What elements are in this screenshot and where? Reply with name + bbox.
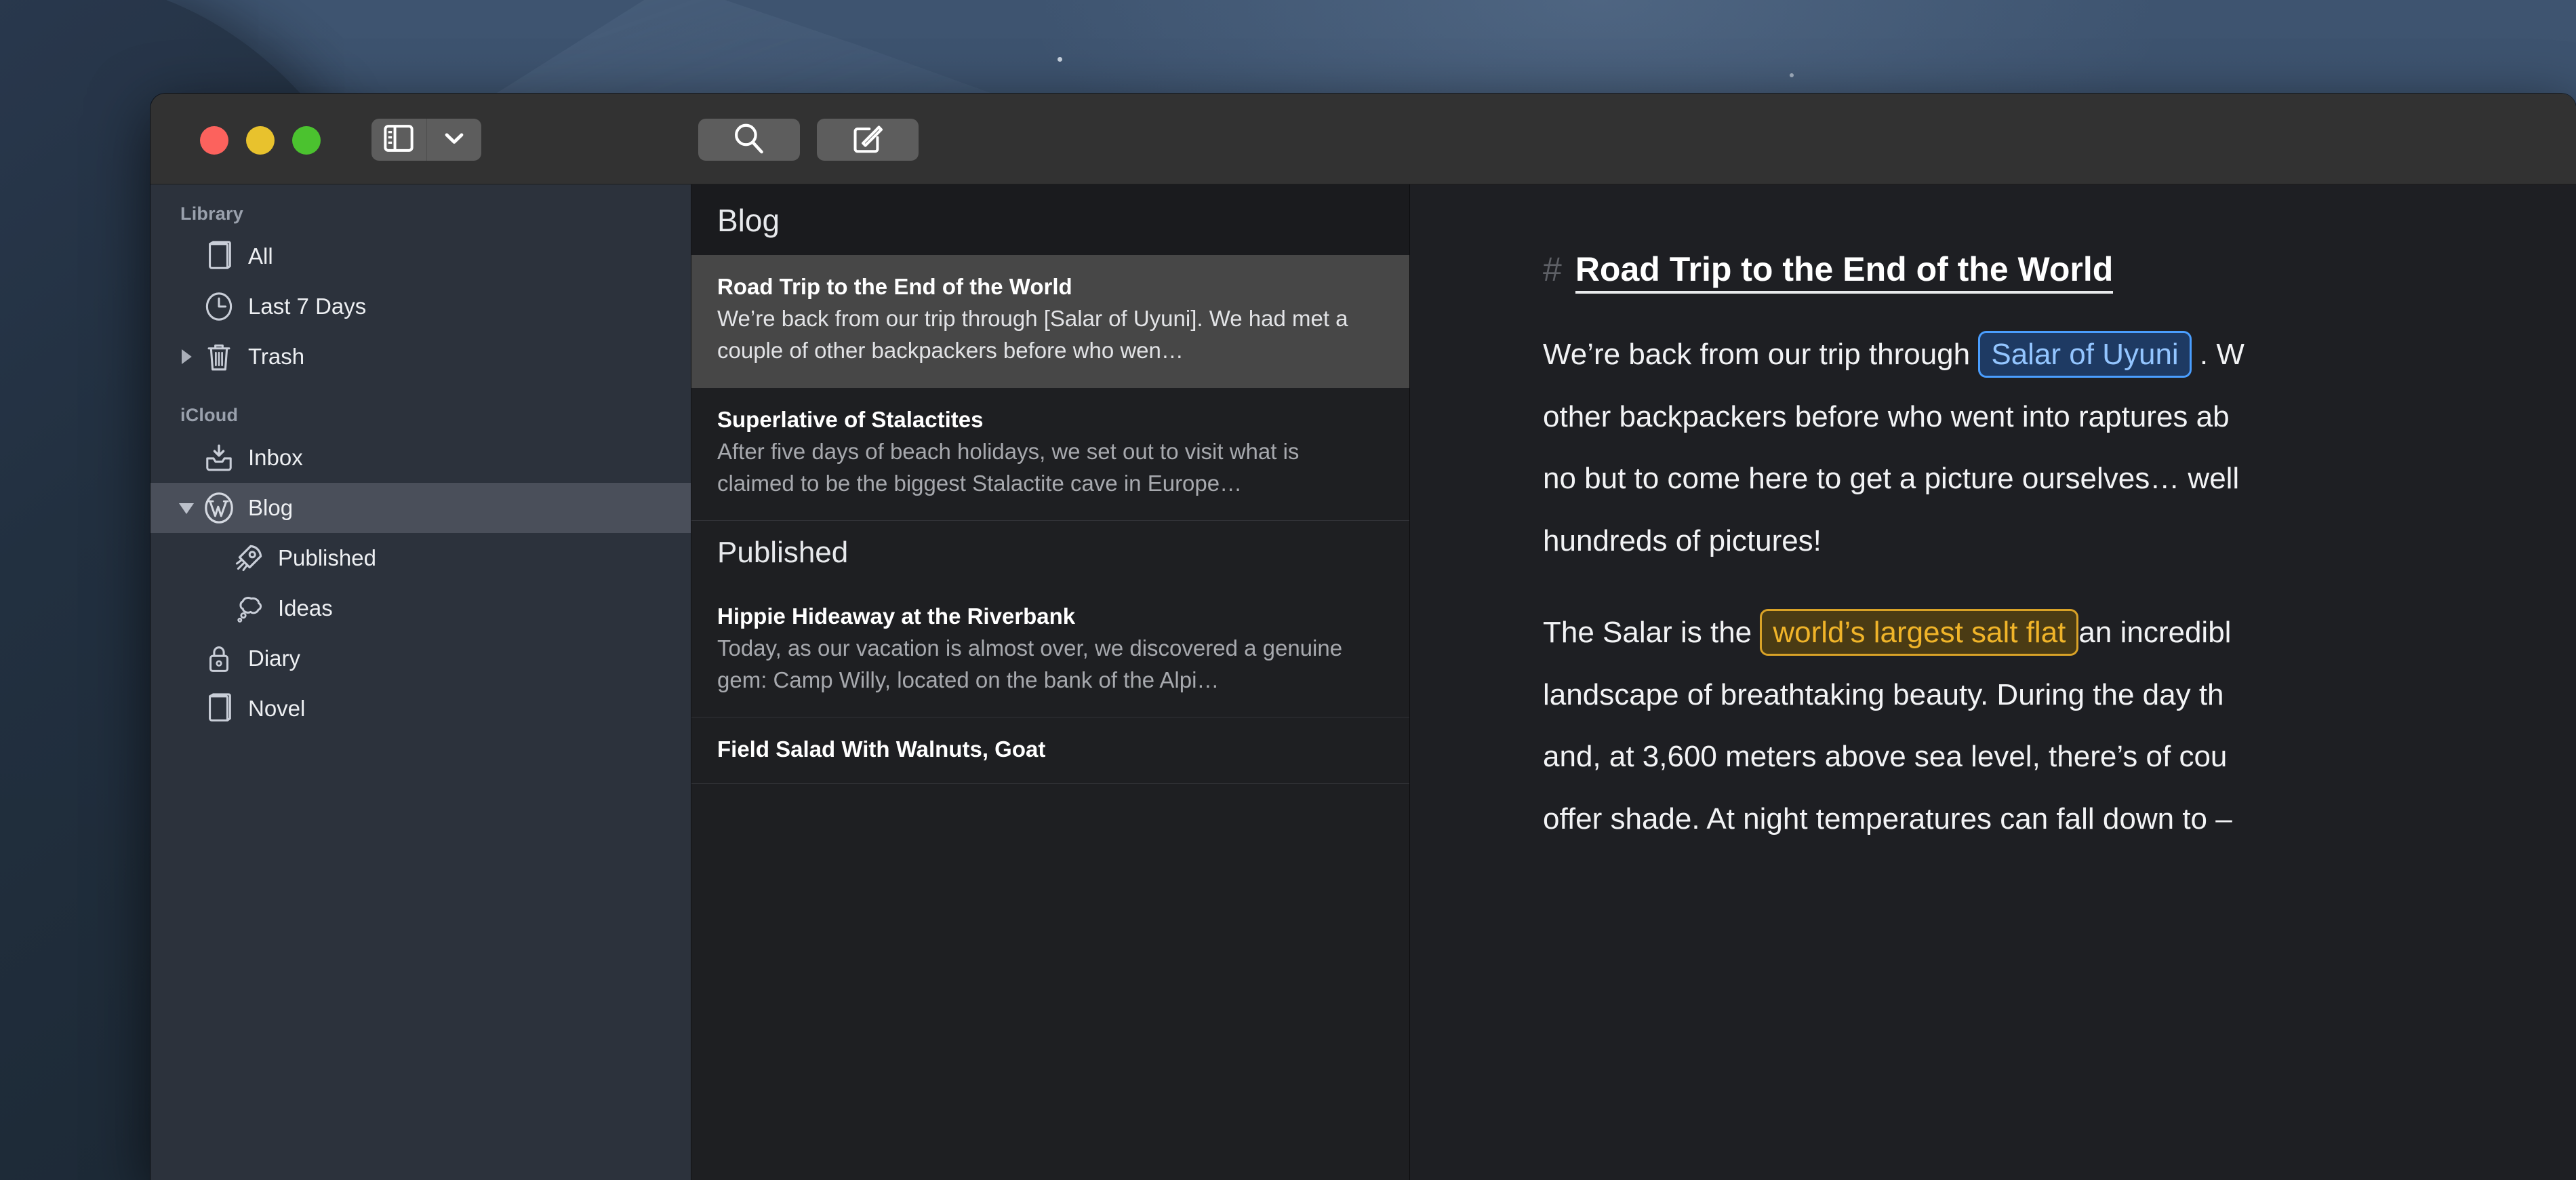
highlight-pill[interactable]: world’s largest salt flat	[1760, 609, 2079, 656]
editor-paragraph-line: offer shade. At night temperatures can f…	[1543, 802, 2232, 835]
note-preview: After five days of beach holidays, we se…	[717, 439, 1300, 496]
maximize-button[interactable]	[292, 126, 321, 155]
sidebar-item-trash[interactable]: Trash	[150, 332, 691, 382]
note-list[interactable]: Blog Road Trip to the End of the World W…	[691, 184, 1410, 1180]
note-title: Field Salad With Walnuts, Goat	[717, 736, 1046, 762]
sidebar-item-label: Inbox	[248, 445, 303, 470]
heading-marker: #	[1543, 250, 1562, 288]
note-title: Road Trip to the End of the World	[717, 274, 1072, 299]
search-icon	[732, 121, 766, 159]
close-button[interactable]	[200, 126, 228, 155]
note-preview: Today, as our vacation is almost over, w…	[717, 635, 1343, 693]
sidebar-item-novel[interactable]: Novel	[150, 684, 691, 734]
note-preview: We’re back from our trip through [Salar …	[717, 306, 1348, 363]
book-icon	[198, 693, 240, 724]
note-list-item[interactable]: Hippie Hideaway at the Riverbank Today, …	[691, 585, 1409, 717]
thought-bubble-icon	[228, 593, 270, 624]
disclosure-triangle-expanded-icon[interactable]	[175, 500, 198, 515]
compose-note-button[interactable]	[817, 119, 919, 161]
paragraph-text: . W	[2191, 338, 2245, 371]
sidebar-item-diary[interactable]: Diary	[150, 633, 691, 684]
book-icon	[198, 241, 240, 272]
sidebar-item-last-7-days[interactable]: Last 7 Days	[150, 281, 691, 332]
inbox-tray-icon	[198, 443, 240, 473]
paragraph-text: The Salar is the	[1543, 616, 1760, 650]
window-body: Library All Last 7 Days Trash iCloud Inb…	[150, 184, 2576, 1180]
search-button[interactable]	[698, 119, 800, 161]
sidebar-item-label: Diary	[248, 646, 301, 671]
note-list-item[interactable]: Road Trip to the End of the World We’re …	[691, 255, 1409, 388]
disclosure-triangle-collapsed-icon[interactable]	[175, 348, 198, 366]
sidebar-item-ideas[interactable]: Ideas	[150, 583, 691, 633]
sidebar-item-blog[interactable]: Blog	[150, 483, 691, 533]
document-title-text: Road Trip to the End of the World	[1575, 250, 2114, 294]
sidebar-item-label: Ideas	[278, 595, 333, 621]
sidebar-item-label: All	[248, 243, 273, 269]
note-list-item[interactable]: Superlative of Stalactites After five da…	[691, 388, 1409, 521]
sidebar-icon	[384, 124, 414, 155]
editor-paragraph[interactable]: The Salar is the world’s largest salt fl…	[1543, 609, 2576, 656]
sidebar-section-title-icloud: iCloud	[180, 405, 239, 425]
sidebar-item-all[interactable]: All	[150, 231, 691, 281]
sidebar-section-title-library: Library	[180, 203, 243, 224]
editor-paragraph-line: and, at 3,600 meters above sea level, th…	[1543, 740, 2228, 774]
editor-paragraph-line: no but to come here to get a picture our…	[1543, 462, 2240, 496]
paragraph-text: an incredibl	[2078, 616, 2232, 650]
sidebar-options-button[interactable]	[427, 119, 482, 161]
app-window: Library All Last 7 Days Trash iCloud Inb…	[150, 94, 2576, 1180]
note-title: Hippie Hideaway at the Riverbank	[717, 603, 1076, 629]
clock-icon	[198, 291, 240, 322]
wordpress-icon	[198, 491, 240, 525]
sidebar-item-label: Blog	[248, 495, 294, 520]
note-title: Superlative of Stalactites	[717, 406, 984, 432]
wiki-link-pill[interactable]: Salar of Uyuni	[1978, 331, 2192, 378]
star	[1058, 57, 1062, 62]
sidebar-item-label: Last 7 Days	[248, 294, 367, 319]
paragraph-text: We’re back from our trip through	[1543, 338, 1979, 371]
sidebar-item-label: Novel	[248, 696, 306, 721]
window-titlebar	[150, 94, 2576, 184]
trash-icon	[198, 341, 240, 372]
document-title[interactable]: # Road Trip to the End of the World	[1543, 250, 2114, 294]
sidebar-item-label: Published	[278, 545, 376, 570]
chevron-down-icon	[444, 131, 464, 149]
editor-paragraph-line: landscape of breathtaking beauty. During…	[1543, 677, 2224, 711]
lock-icon	[198, 643, 240, 674]
note-list-header: Blog	[691, 184, 1409, 255]
note-editor[interactable]: # Road Trip to the End of the World We’re…	[1410, 184, 2576, 1180]
minimize-button[interactable]	[246, 126, 275, 155]
star	[1790, 73, 1794, 77]
note-list-section-header: Published	[691, 520, 1409, 585]
editor-paragraph-line: hundreds of pictures!	[1543, 524, 1822, 557]
rocket-icon	[228, 542, 270, 574]
compose-note-icon	[851, 121, 885, 159]
sidebar-toggle-button[interactable]	[371, 119, 427, 161]
editor-paragraph[interactable]: We’re back from our trip through Salar o…	[1543, 331, 2576, 378]
sidebar-item-published[interactable]: Published	[150, 533, 691, 583]
editor-paragraph-line: other backpackers before who went into r…	[1543, 399, 2230, 433]
note-list-item[interactable]: Field Salad With Walnuts, Goat	[691, 717, 1409, 785]
sidebar: Library All Last 7 Days Trash iCloud Inb…	[150, 184, 691, 1180]
sidebar-item-label: Trash	[248, 344, 305, 369]
sidebar-item-inbox[interactable]: Inbox	[150, 433, 691, 483]
sidebar-toggle-group[interactable]	[371, 119, 481, 161]
